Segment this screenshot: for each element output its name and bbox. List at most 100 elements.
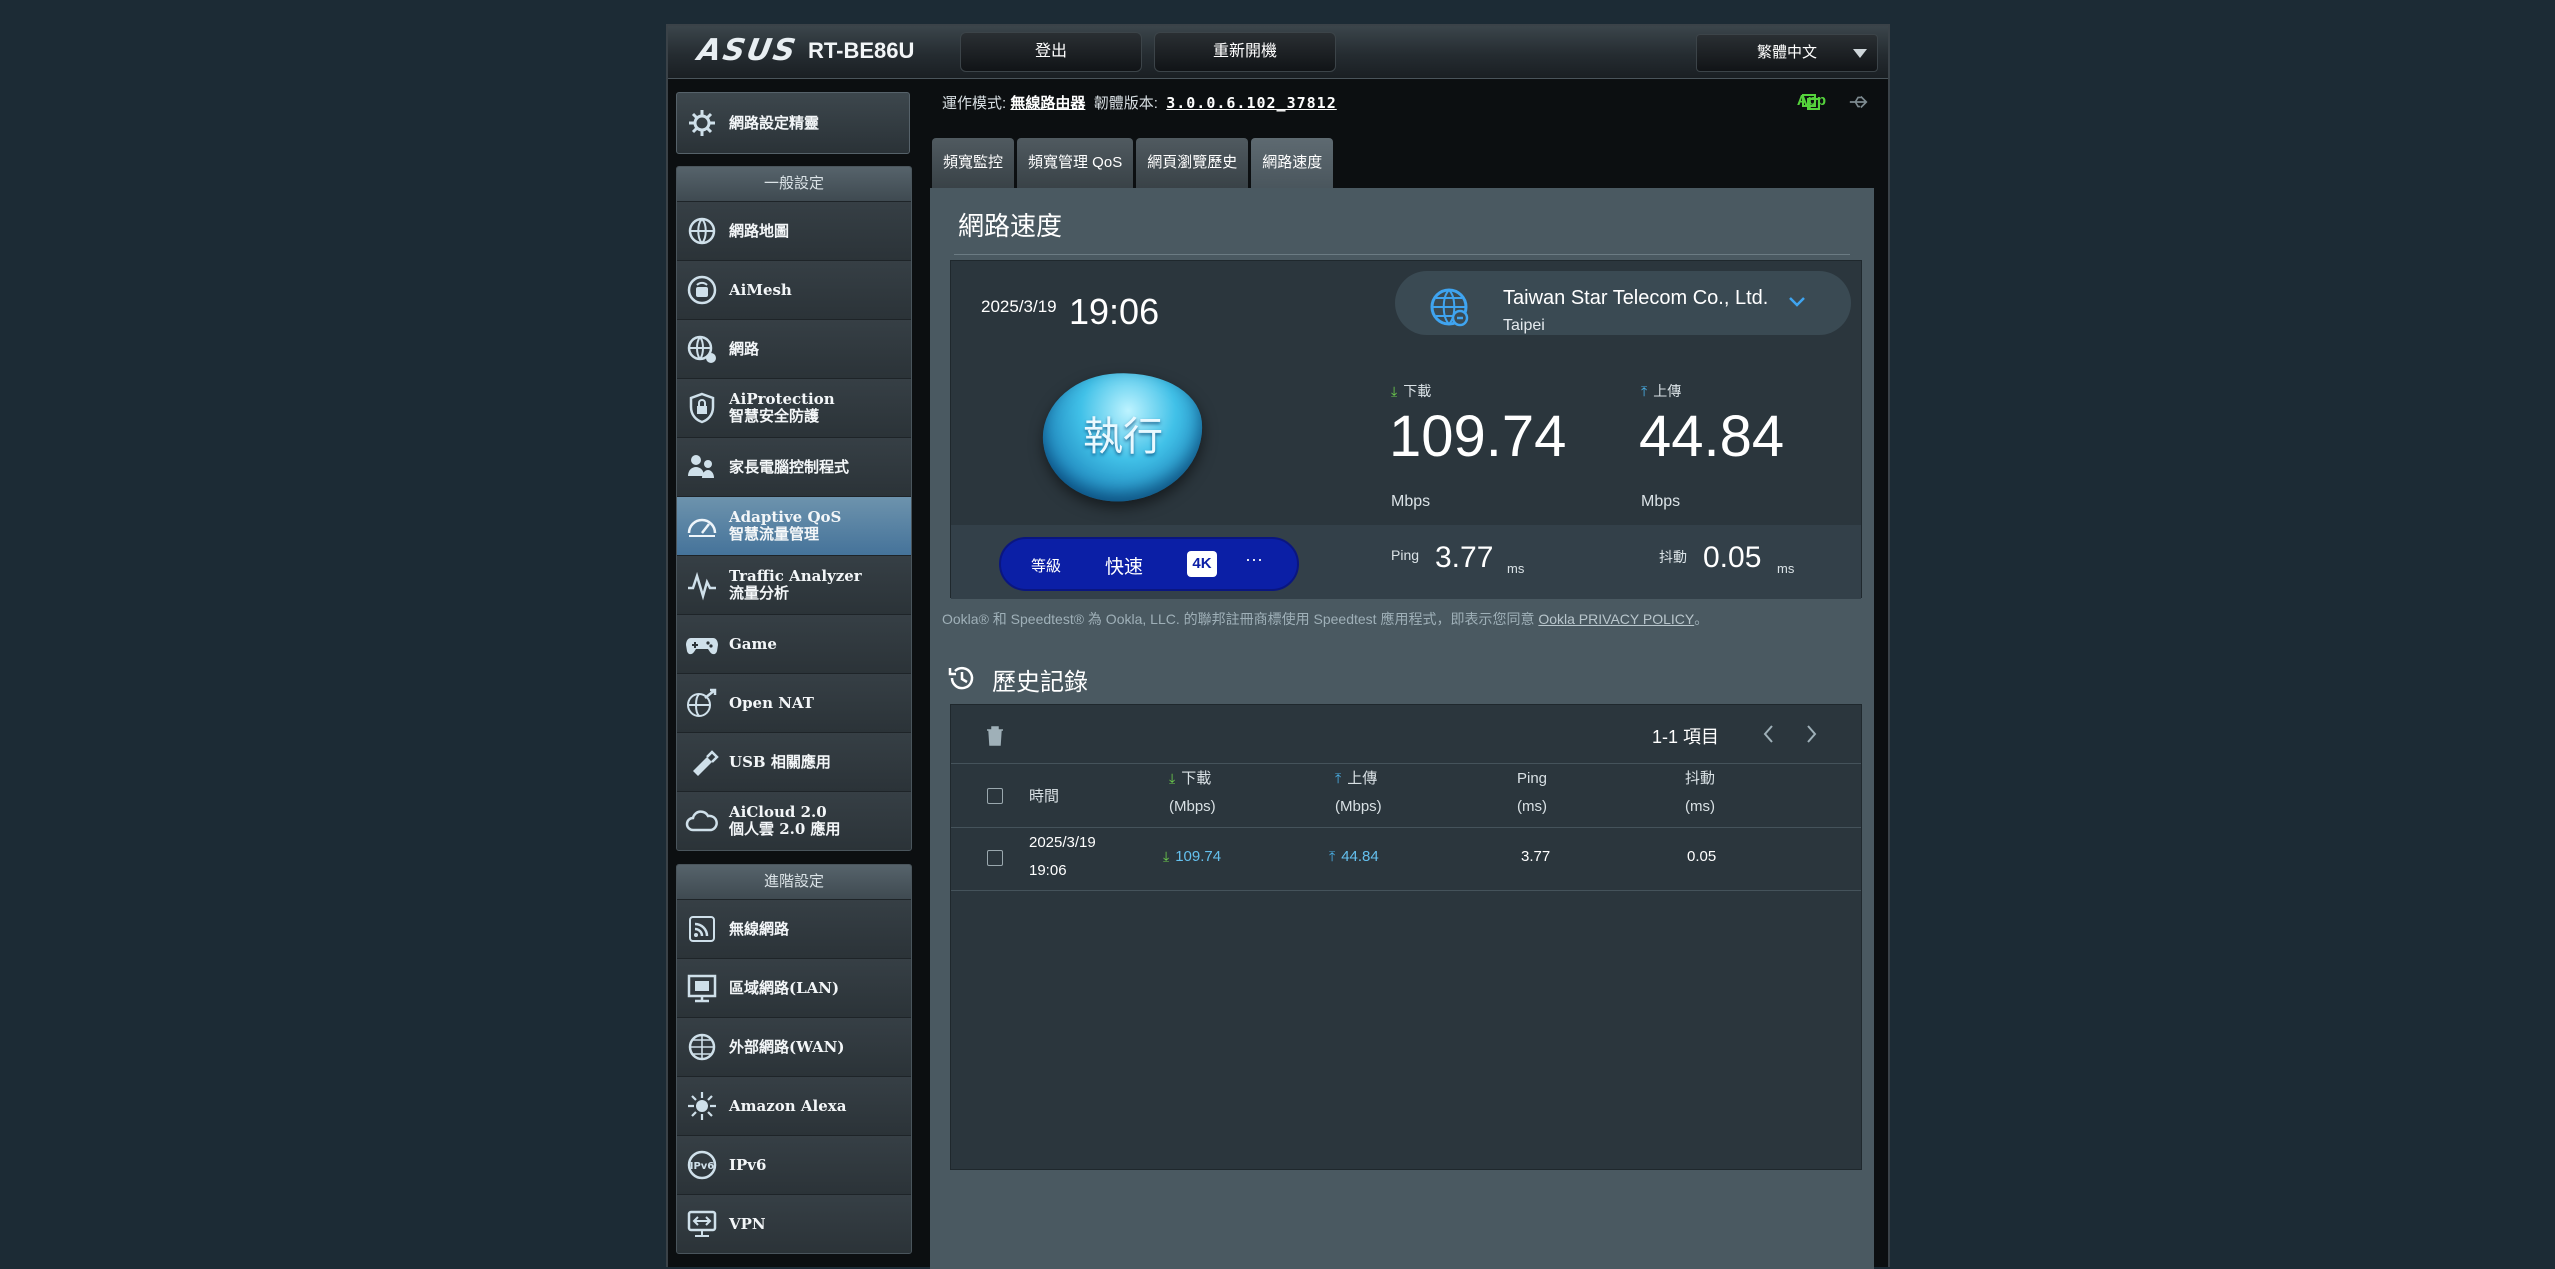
level-value: 快速	[1105, 557, 1144, 578]
vpn-monitor-icon	[683, 1205, 721, 1243]
row-jitter: 0.05	[1687, 848, 1717, 865]
sidebar-item-label: Amazon Alexa	[729, 1096, 847, 1115]
download-unit: Mbps	[1391, 493, 1431, 510]
sidebar-item-ipv6[interactable]: IPv6 IPv6	[677, 1135, 911, 1194]
col-time: 時間	[1029, 788, 1060, 805]
ping-unit: ms	[1507, 561, 1525, 576]
table-row[interactable]: 2025/3/19 19:06 ⤓ 109.74 ⤒ 44.84 3.77 0.05	[951, 827, 1861, 891]
col-jitter: 抖動	[1685, 770, 1716, 787]
page-title: 網路速度	[958, 211, 1063, 241]
lan-port-icon	[683, 969, 721, 1007]
sidebar-item-vpn[interactable]: VPN	[677, 1194, 911, 1253]
sidebar-item-network[interactable]: 網路	[677, 319, 911, 378]
download-arrow-icon: ⤓	[1391, 383, 1398, 399]
language-value: 繁體中文	[1756, 44, 1817, 61]
wizard-label: 網路設定精靈	[729, 113, 820, 132]
speedtest-footer: 等級 快速 4K ··· Ping 3.77 ms 抖動 0.05 ms	[951, 525, 1861, 599]
col-ping-unit: (ms)	[1517, 798, 1547, 815]
usb-icon[interactable]	[1848, 92, 1870, 112]
sidebar-item-game[interactable]: Game	[677, 614, 911, 673]
tab-bandwidth-qos[interactable]: 頻寬管理 QoS	[1017, 138, 1134, 188]
row-upload: ⤒ 44.84	[1329, 848, 1379, 865]
sidebar-item-wan[interactable]: 外部網路(WAN)	[677, 1017, 911, 1076]
test-date: 2025/3/19	[981, 297, 1057, 316]
sidebar-item-traffic-analyzer[interactable]: Traffic Analyzer 流量分析	[677, 555, 911, 614]
cloud-icon	[683, 802, 721, 840]
firmware-link[interactable]: 3.0.0.6.102_37812	[1166, 94, 1337, 112]
asus-logo[interactable]: ASUS	[695, 33, 800, 68]
general-settings-header: 一般設定	[677, 167, 911, 201]
run-test-label: 執行	[1083, 415, 1163, 459]
sidebar-item-lan[interactable]: 區域網路(LAN)	[677, 958, 911, 1017]
firmware-label: 韌體版本:	[1093, 95, 1158, 112]
history-title: 歷史記錄	[992, 669, 1088, 696]
app-connected-icon[interactable]	[1800, 92, 1822, 112]
row-checkbox[interactable]	[987, 850, 1003, 866]
sidebar-item-label: 區域網路(LAN)	[729, 978, 840, 997]
jitter-label: 抖動	[1659, 549, 1687, 565]
sidebar-item-label: IPv6	[729, 1155, 767, 1174]
more-button[interactable]: ···	[1245, 549, 1263, 570]
language-select[interactable]: 繁體中文	[1696, 34, 1878, 72]
general-settings-group: 一般設定 網路地圖 AiMesh 網路 AiProtection 智慧安全防護 家…	[676, 166, 912, 851]
mode-link[interactable]: 無線路由器	[1010, 95, 1085, 112]
system-status-line: 運作模式: 無線路由器 韌體版本: 3.0.0.6.102_37812	[942, 92, 1337, 113]
sidebar-item-usb[interactable]: USB 相關應用	[677, 732, 911, 791]
row-ping: 3.77	[1521, 848, 1551, 865]
model-name: RT-BE86U	[808, 38, 915, 63]
upload-arrow-icon: ⤒	[1329, 848, 1336, 864]
chevron-left-icon[interactable]	[1759, 721, 1779, 747]
sidebar-item-network-map[interactable]: 網路地圖	[677, 201, 911, 260]
trash-icon[interactable]	[985, 725, 1005, 747]
sidebar-item-adaptive-qos[interactable]: Adaptive QoS 智慧流量管理	[677, 496, 911, 555]
speedtest-card: 2025/3/19 19:06 Taiwan Star Telecom Co.,…	[950, 260, 1862, 599]
sidebar-item-label: Game	[729, 634, 777, 653]
history-icon	[948, 666, 974, 690]
tab-internet-speed[interactable]: 網路速度	[1251, 138, 1334, 188]
traffic-wave-icon	[683, 566, 721, 604]
row-download: ⤓ 109.74	[1163, 848, 1222, 865]
tab-bar: 頻寬監控 頻寬管理 QoS 網頁瀏覽歷史 網路速度	[932, 138, 1336, 188]
download-label: ⤓ 下載	[1391, 383, 1432, 399]
sidebar-item-aicloud[interactable]: AiCloud 2.0 個人雲 2.0 應用	[677, 791, 911, 850]
chevron-down-icon	[1853, 49, 1867, 58]
sidebar-item-label: 網路	[729, 339, 760, 358]
sidebar-item-aiprotection[interactable]: AiProtection 智慧安全防護	[677, 378, 911, 437]
upload-value: 44.84	[1639, 404, 1785, 469]
run-test-button[interactable]: 執行	[1036, 364, 1210, 510]
sidebar-item-parental-controls[interactable]: 家長電腦控制程式	[677, 437, 911, 496]
history-table: 1-1 項目 時間 ⤓ 下載 (Mbps) ⤒ 上傳 (Mbps) Ping (ms…	[950, 704, 1862, 1170]
download-arrow-icon: ⤓	[1163, 848, 1170, 864]
upload-arrow-icon: ⤒	[1335, 770, 1342, 786]
sidebar-item-open-nat[interactable]: Open NAT	[677, 673, 911, 732]
chevron-right-icon[interactable]	[1801, 721, 1821, 747]
sidebar-item-wireless[interactable]: 無線網路	[677, 899, 911, 958]
upload-unit: Mbps	[1641, 493, 1681, 510]
ipv6-icon: IPv6	[683, 1146, 721, 1184]
speedometer-icon	[683, 507, 721, 545]
tab-bandwidth-monitor[interactable]: 頻寬監控	[932, 138, 1015, 188]
alexa-icon	[683, 1087, 721, 1125]
ookla-privacy-link[interactable]: Ookla PRIVACY POLICY	[1538, 611, 1694, 627]
sidebar-item-label: VPN	[729, 1214, 766, 1233]
tab-web-history[interactable]: 網頁瀏覽歷史	[1136, 138, 1249, 188]
reboot-button[interactable]: 重新開機	[1154, 32, 1336, 72]
pagination-count: 1-1 項目	[1651, 727, 1719, 747]
quick-setup-wizard[interactable]: 網路設定精靈	[676, 92, 910, 154]
advanced-settings-group: 進階設定 無線網路 區域網路(LAN) 外部網路(WAN) Amazon Ale…	[676, 864, 912, 1254]
download-value: 109.74	[1389, 404, 1567, 469]
test-time: 19:06	[1069, 291, 1160, 332]
sidebar-item-alexa[interactable]: Amazon Alexa	[677, 1076, 911, 1135]
sidebar-item-label: AiProtection 智慧安全防護	[729, 390, 835, 425]
aimesh-icon	[683, 271, 721, 309]
top-bar: ASUS RT-BE86U 登出 重新開機 繁體中文	[668, 26, 1888, 79]
gamepad-icon	[683, 625, 721, 663]
logout-button[interactable]: 登出	[960, 32, 1142, 72]
shield-lock-icon	[683, 389, 721, 427]
select-all-checkbox[interactable]	[987, 788, 1003, 804]
globe-icon	[1430, 288, 1469, 327]
sidebar-item-aimesh[interactable]: AiMesh	[677, 260, 911, 319]
sidebar-item-label: USB 相關應用	[729, 752, 831, 771]
server-select[interactable]: Taiwan Star Telecom Co., Ltd. Taipei	[1395, 271, 1851, 335]
usb-drive-icon	[683, 743, 721, 781]
